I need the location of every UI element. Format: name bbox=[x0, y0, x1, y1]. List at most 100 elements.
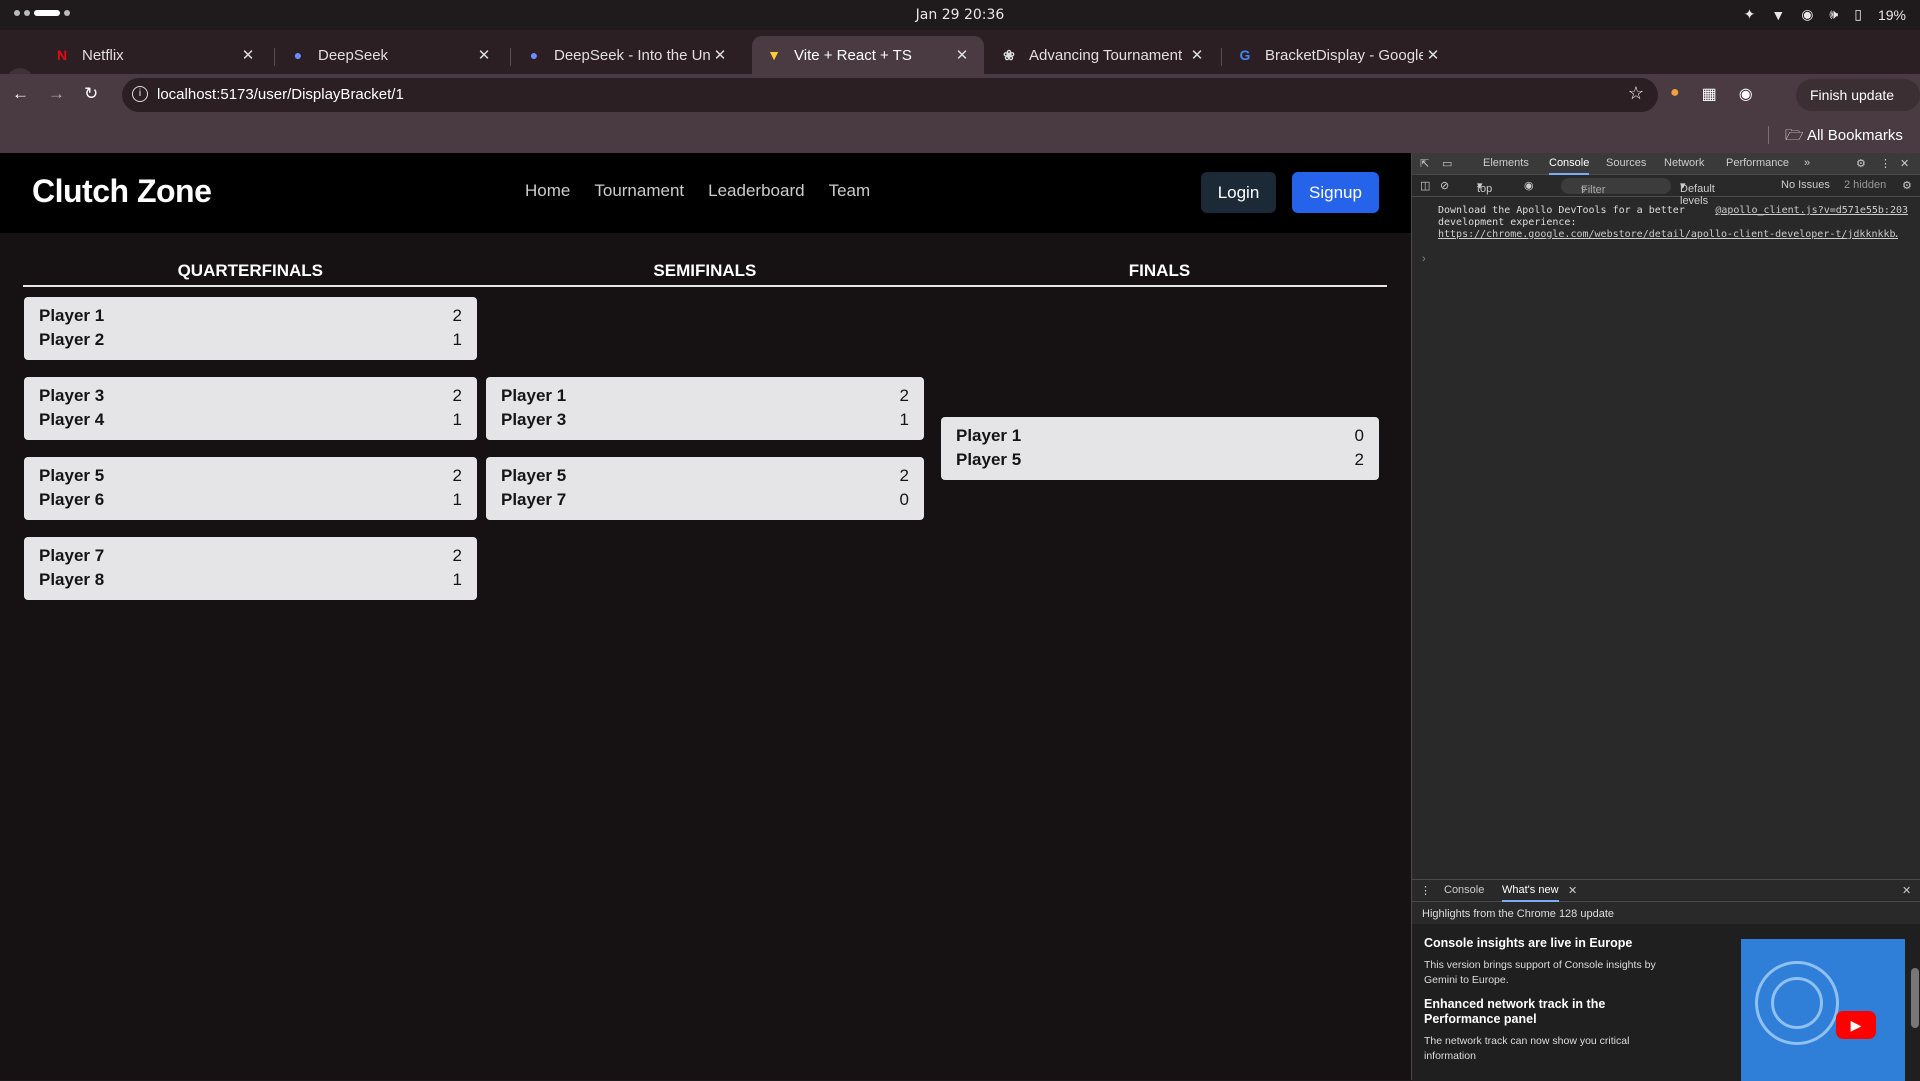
close-tab-icon[interactable]: ✕ bbox=[238, 46, 258, 64]
close-tab-icon[interactable]: ✕ bbox=[1187, 46, 1207, 64]
tournament-bracket: QUARTERFINALS SEMIFINALS FINALS Player 1… bbox=[23, 261, 1387, 600]
whats-new-content: Console insights are live in Europe This… bbox=[1412, 924, 1920, 1081]
devtools-menu-icon[interactable]: ⋮ bbox=[1880, 157, 1891, 170]
player-score: 2 bbox=[452, 386, 462, 405]
login-button[interactable]: Login bbox=[1201, 172, 1276, 213]
vpn-icon: ▼ bbox=[1771, 6, 1786, 23]
finish-update-button[interactable]: Finish update ⋮ bbox=[1796, 79, 1920, 135]
drawer-tab-console[interactable]: Console bbox=[1444, 884, 1484, 896]
log-levels-select[interactable]: Default levels ▾ bbox=[1680, 179, 1715, 207]
close-tab-icon[interactable]: ✕ bbox=[474, 46, 494, 64]
tab-bracketdisplay-google[interactable]: G BracketDisplay - Google S ✕ bbox=[1223, 36, 1455, 74]
match-card-sf-2[interactable]: Player 5 2 Player 7 0 bbox=[486, 457, 924, 520]
close-whats-new-icon[interactable]: ✕ bbox=[1568, 884, 1577, 897]
console-prompt-icon[interactable]: › bbox=[1422, 253, 1426, 265]
battery-icon: ▯ bbox=[1854, 6, 1862, 22]
player-name: Player 7 bbox=[39, 546, 105, 565]
nav-home[interactable]: Home bbox=[525, 181, 570, 201]
message-link[interactable]: https://chrome.google.com/webstore/detai… bbox=[1438, 229, 1898, 241]
url-text[interactable]: localhost:5173/user/DisplayBracket/1 bbox=[157, 86, 404, 103]
tab-title: DeepSeek bbox=[318, 46, 389, 64]
nav-tournament[interactable]: Tournament bbox=[594, 181, 684, 201]
player-score: 2 bbox=[899, 386, 909, 405]
system-clock[interactable]: Jan 29 20:36 bbox=[0, 7, 1920, 23]
extension-tray-icon[interactable]: ✦ bbox=[1744, 6, 1756, 23]
tab-advancing-tournament[interactable]: ❀ Advancing Tournament F ✕ bbox=[987, 36, 1219, 74]
devtools-tab-network[interactable]: Network bbox=[1664, 157, 1704, 169]
hidden-count: 2 hidden bbox=[1844, 179, 1887, 191]
google-icon: G bbox=[1239, 47, 1251, 63]
browser-tab-strip: ▼ N Netflix ✕ ● DeepSeek ✕ ● DeepSeek - … bbox=[0, 30, 1920, 96]
device-toolbar-icon[interactable]: ▭ bbox=[1442, 157, 1452, 170]
tab-title: Netflix bbox=[82, 46, 124, 64]
drawer-scrollbar[interactable] bbox=[1911, 968, 1919, 1028]
tab-vite-react[interactable]: ▼ Vite + React + TS ✕ bbox=[752, 36, 984, 74]
player-score: 1 bbox=[452, 490, 462, 509]
drawer-tab-whats-new[interactable]: What's new bbox=[1502, 884, 1559, 902]
news-title[interactable]: Enhanced network track in the Performanc… bbox=[1424, 997, 1664, 1027]
tab-deepseek-unknown[interactable]: ● DeepSeek - Into the Unkn ✕ bbox=[512, 36, 742, 74]
web-page: Clutch Zone Home Tournament Leaderboard … bbox=[0, 153, 1411, 1080]
reload-icon[interactable]: ↻ bbox=[84, 84, 98, 104]
puzzle-icon[interactable]: ▦ bbox=[1702, 84, 1717, 104]
match-card-qf-1[interactable]: Player 1 2 Player 2 1 bbox=[24, 297, 477, 360]
profile-avatar-icon[interactable]: ◉ bbox=[1739, 84, 1753, 104]
battery-level: 19% bbox=[1877, 6, 1906, 23]
match-card-sf-1[interactable]: Player 1 2 Player 3 1 bbox=[486, 377, 924, 440]
match-card-qf-2[interactable]: Player 3 2 Player 4 1 bbox=[24, 377, 477, 440]
news-description: The network track can now show you criti… bbox=[1424, 1035, 1630, 1062]
bookmark-star-icon[interactable]: ☆ bbox=[1628, 83, 1644, 104]
tab-deepseek[interactable]: ● DeepSeek ✕ bbox=[276, 36, 506, 74]
player-name: Player 4 bbox=[39, 410, 105, 429]
player-score: 0 bbox=[1354, 426, 1364, 445]
devtools-tab-console[interactable]: Console bbox=[1549, 157, 1590, 175]
app-logo[interactable]: Clutch Zone bbox=[32, 173, 212, 210]
bookmarks-bar: 🗁 All Bookmarks bbox=[0, 116, 1920, 153]
news-title[interactable]: Console insights are live in Europe bbox=[1424, 936, 1664, 951]
sidebar-toggle-icon[interactable]: ◫ bbox=[1420, 179, 1430, 192]
nav-team[interactable]: Team bbox=[829, 181, 871, 201]
close-drawer-icon[interactable]: ✕ bbox=[1902, 884, 1911, 897]
round-title-quarterfinals: QUARTERFINALS bbox=[177, 261, 324, 280]
signup-button[interactable]: Signup bbox=[1292, 172, 1379, 213]
system-top-bar: Jan 29 20:36 ✦ ▼ ◉ 🕪 ▯ 19% bbox=[0, 0, 1920, 30]
issues-count[interactable]: No Issues bbox=[1781, 179, 1830, 191]
live-expression-eye-icon[interactable]: ◉ bbox=[1524, 179, 1534, 192]
devtools-tab-performance[interactable]: Performance bbox=[1726, 157, 1789, 169]
deepseek-icon: ● bbox=[529, 47, 539, 63]
player-name: Player 1 bbox=[501, 386, 567, 405]
match-card-qf-3[interactable]: Player 5 2 Player 6 1 bbox=[24, 457, 477, 520]
settings-gear-icon[interactable]: ⚙ bbox=[1856, 157, 1866, 170]
inspect-element-icon[interactable]: ⇱ bbox=[1420, 157, 1429, 170]
clear-console-icon[interactable]: ⊘ bbox=[1440, 179, 1449, 192]
extension-icon[interactable]: ● bbox=[1670, 84, 1680, 104]
message-source-link[interactable]: @apollo_client.js?v=d571e55b:203 bbox=[1715, 205, 1908, 217]
system-tray[interactable]: ✦ ▼ ◉ 🕪 ▯ 19% bbox=[1744, 6, 1906, 23]
forward-icon[interactable]: → bbox=[48, 84, 65, 104]
close-devtools-icon[interactable]: ✕ bbox=[1900, 157, 1909, 170]
close-tab-icon[interactable]: ✕ bbox=[1423, 46, 1443, 64]
round-headers: QUARTERFINALS SEMIFINALS FINALS bbox=[23, 261, 1387, 287]
console-filter-input[interactable]: ▿ Filter bbox=[1561, 178, 1671, 196]
context-label: top bbox=[1477, 183, 1493, 195]
context-select[interactable]: top ▾ bbox=[1477, 179, 1492, 195]
all-bookmarks-button[interactable]: 🗁 All Bookmarks bbox=[1785, 125, 1903, 150]
console-settings-icon[interactable]: ⚙ bbox=[1902, 179, 1912, 192]
devtools-tab-sources[interactable]: Sources bbox=[1606, 157, 1646, 169]
more-tabs-icon[interactable]: » bbox=[1804, 157, 1810, 169]
youtube-play-icon[interactable]: ▶ bbox=[1836, 1011, 1876, 1039]
drawer-menu-icon[interactable]: ⋮ bbox=[1420, 884, 1431, 897]
devtools-tab-elements[interactable]: Elements bbox=[1483, 157, 1529, 169]
back-icon[interactable]: ← bbox=[12, 84, 29, 104]
whats-new-highlights: Highlights from the Chrome 128 update bbox=[1422, 908, 1614, 920]
close-tab-icon[interactable]: ✕ bbox=[710, 46, 730, 64]
site-info-icon[interactable]: i bbox=[132, 86, 148, 102]
address-bar[interactable]: i localhost:5173/user/DisplayBracket/1 ☆ bbox=[122, 78, 1658, 112]
close-tab-icon[interactable]: ✕ bbox=[952, 46, 972, 64]
player-score: 0 bbox=[899, 490, 909, 509]
video-thumbnail[interactable]: ▶ bbox=[1741, 939, 1905, 1081]
match-card-final[interactable]: Player 1 0 Player 5 2 bbox=[941, 417, 1379, 480]
match-card-qf-4[interactable]: Player 7 2 Player 8 1 bbox=[24, 537, 477, 600]
tab-netflix[interactable]: N Netflix ✕ bbox=[40, 36, 270, 74]
nav-leaderboard[interactable]: Leaderboard bbox=[708, 181, 804, 201]
